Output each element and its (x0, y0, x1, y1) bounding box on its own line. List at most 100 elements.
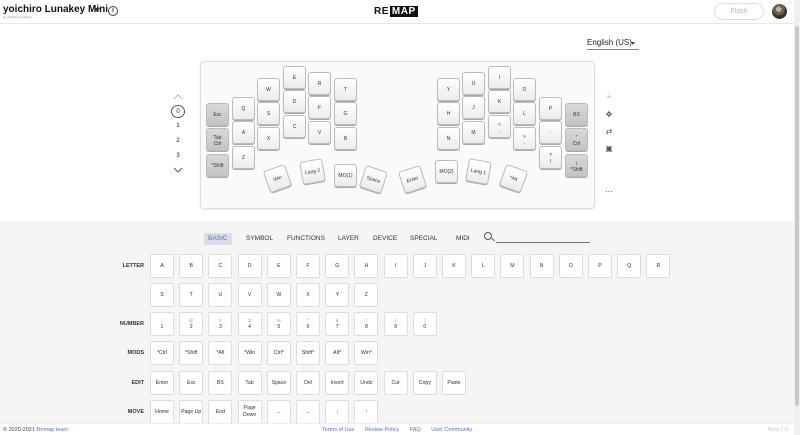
keycode-edit-copy[interactable]: Copy (412, 371, 437, 395)
keycode-move-7[interactable]: ↑ (354, 400, 379, 424)
more-icon[interactable]: ⋯ (604, 187, 614, 197)
terms-link[interactable]: Terms of Use (322, 427, 354, 433)
search-input[interactable] (496, 242, 590, 243)
keycode-t[interactable]: T (179, 283, 204, 307)
keycode-h[interactable]: H (354, 254, 379, 278)
faq-link[interactable]: FAQ (410, 427, 421, 433)
keycode-number-1[interactable]: ! 1 (150, 312, 174, 336)
keycode-number-9[interactable]: (9 (383, 312, 408, 336)
avatar[interactable] (772, 4, 787, 19)
keyboard-key-left-11[interactable]: G (334, 102, 357, 125)
keycode-move-1[interactable]: Page Up (179, 400, 204, 424)
keycode-number-4[interactable]: $4 (237, 312, 262, 336)
tab-device[interactable]: DEVICE (369, 233, 401, 245)
keyboard-key-left-1[interactable]: Q (232, 97, 255, 120)
keyboard-name[interactable]: yoichiro Lunakey Mini (3, 4, 108, 15)
keycode-move-0[interactable]: Home (150, 400, 174, 424)
scrollbar-thumb[interactable] (795, 26, 799, 406)
keycode-o[interactable]: O (558, 254, 583, 278)
keycode-mod-1[interactable]: *Shift (179, 341, 204, 365)
chevron-down-icon[interactable] (631, 42, 635, 45)
keyboard-key-left-20[interactable]: MO(1) (334, 164, 357, 187)
keyboard-key-right-17[interactable]: \ *Shift (565, 154, 588, 177)
keycode-number-8[interactable]: * 8 (354, 312, 379, 336)
keyboard-key-right-3[interactable]: O (513, 78, 536, 101)
keycode-edit-undo[interactable]: Undo (354, 371, 379, 395)
keycode-edit-space[interactable]: Space (266, 371, 291, 395)
keycode-move-2[interactable]: End (208, 400, 233, 424)
keyboard-key-left-16[interactable]: V (308, 121, 331, 144)
keyboard-key-left-4[interactable]: R (308, 72, 331, 95)
keycode-number-0[interactable]: ) 0 (412, 312, 437, 336)
keycode-mod-6[interactable]: Alt* (325, 341, 350, 365)
keycode-s[interactable]: S (150, 283, 174, 307)
keyboard-key-right-20[interactable]: Lang 1 (465, 158, 492, 185)
keycode-n[interactable]: N (529, 254, 554, 278)
keyboard-key-left-14[interactable]: X (257, 127, 280, 150)
keycode-x[interactable]: X (296, 283, 320, 307)
keyboard-key-right-4[interactable]: P (539, 97, 562, 120)
keycode-w[interactable]: W (266, 283, 291, 307)
menu-icon[interactable]: ≡ (604, 92, 614, 102)
keycode-r[interactable]: R (646, 254, 671, 278)
keycode-mod-0[interactable]: *Ctrl (150, 341, 174, 365)
keyboard-key-right-15[interactable]: >. (513, 127, 536, 150)
keycode-edit-paste[interactable]: Paste (442, 371, 466, 395)
keyboard-key-left-15[interactable]: C (283, 115, 306, 138)
keycode-number-6[interactable]: ^ 6 (296, 312, 320, 336)
keycode-number-5[interactable]: % 5 (266, 312, 291, 336)
keycode-q[interactable]: Q (617, 254, 642, 278)
keyboard-key-left-19[interactable]: Lang 2 (299, 158, 326, 185)
layout-icon[interactable]: ▣ (604, 144, 614, 154)
keycode-l[interactable]: L (471, 254, 496, 278)
keyboard-key-left-0[interactable]: Esc (206, 103, 229, 126)
keyboard-key-left-17[interactable]: B (334, 127, 357, 150)
keycode-a[interactable]: A (150, 254, 174, 278)
keyboard-key-right-16[interactable]: ? / (539, 146, 562, 169)
flash-button[interactable]: Flash (714, 3, 764, 20)
keycode-u[interactable]: U (208, 283, 233, 307)
keycode-edit-bs[interactable]: BS (208, 371, 233, 395)
tab-special[interactable]: SPECIAL (406, 233, 441, 245)
keyboard-key-right-19[interactable]: MO(2) (435, 160, 458, 183)
keycode-v[interactable]: V (237, 283, 262, 307)
tab-functions[interactable]: FUNCTIONS (283, 233, 329, 245)
keycode-mod-2[interactable]: *Alt (208, 341, 233, 365)
keyboard-key-left-9[interactable]: D (283, 90, 306, 113)
keyboard-key-left-2[interactable]: W (257, 78, 280, 101)
keyboard-key-left-10[interactable]: F (308, 96, 331, 119)
keycode-edit-enter[interactable]: Enter (150, 371, 174, 395)
keyboard-key-right-1[interactable]: U (462, 72, 485, 95)
keyboard-key-left-13[interactable]: Z (232, 146, 255, 169)
keycode-edit-del[interactable]: Del (296, 371, 320, 395)
keycode-e[interactable]: E (266, 254, 291, 278)
layer-button-1[interactable]: 1 (171, 120, 185, 133)
keyboard-key-right-11[interactable]: " Ctrl (565, 128, 588, 151)
keycode-move-6[interactable]: ↓ (325, 400, 350, 424)
keycode-number-7[interactable]: & 7 (325, 312, 350, 336)
chevron-down-icon[interactable] (94, 8, 100, 12)
search-icon[interactable] (484, 232, 492, 240)
chevron-up-icon[interactable] (173, 94, 183, 100)
keycode-y[interactable]: Y (325, 283, 350, 307)
layer-button-3[interactable]: 3 (171, 150, 185, 163)
keycode-mod-3[interactable]: *Win (237, 341, 262, 365)
tab-symbol[interactable]: SYMBOL (242, 233, 277, 245)
keycode-edit-tab[interactable]: Tab (237, 371, 262, 395)
user-community-link[interactable]: User Community (431, 427, 472, 433)
keycode-c[interactable]: C (208, 254, 233, 278)
keycode-move-4[interactable]: → (266, 400, 291, 424)
keycode-edit-cut[interactable]: Cut (383, 371, 408, 395)
keycode-b[interactable]: B (179, 254, 204, 278)
keycode-g[interactable]: G (325, 254, 350, 278)
keyboard-key-left-12[interactable]: *Shift (206, 154, 229, 177)
keyboard-key-left-6[interactable]: Tab Ctrl (206, 128, 229, 151)
keycode-move-3[interactable]: Page Down (237, 400, 262, 424)
keyboard-key-right-8[interactable]: K (488, 90, 511, 113)
keycode-p[interactable]: P (588, 254, 612, 278)
keycode-f[interactable]: F (296, 254, 320, 278)
review-policy-link[interactable]: Review Policy (365, 427, 399, 433)
keyboard-key-left-3[interactable]: E (283, 66, 306, 89)
chevron-down-icon[interactable] (173, 167, 183, 173)
keyboard-key-right-6[interactable]: H (437, 102, 460, 125)
